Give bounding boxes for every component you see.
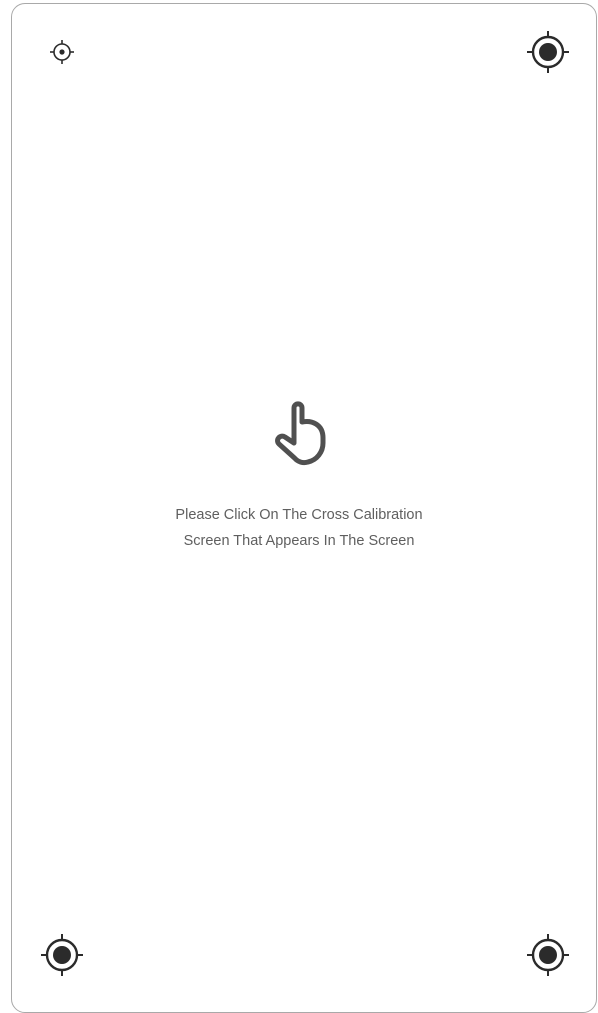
calibration-target-top-left[interactable] (49, 39, 75, 65)
crosshair-target-icon (527, 31, 569, 73)
instruction-line-2: Screen That Appears In The Screen (183, 533, 415, 549)
hand-pointer-icon (275, 401, 326, 466)
crosshair-target-icon (41, 934, 83, 976)
crosshair-target-icon (527, 934, 569, 976)
calibration-target-bottom-right[interactable] (526, 933, 570, 977)
crosshair-target-icon (50, 40, 74, 64)
calibration-target-top-right[interactable] (526, 30, 570, 74)
calibration-target-bottom-left[interactable] (40, 933, 84, 977)
instruction-line-1: Please Click On The Cross Calibration (175, 507, 423, 523)
calibration-instructions: Please Click On The Cross Calibration Sc… (0, 502, 598, 554)
calibration-instructions-block: Please Click On The Cross Calibration Sc… (0, 400, 598, 554)
